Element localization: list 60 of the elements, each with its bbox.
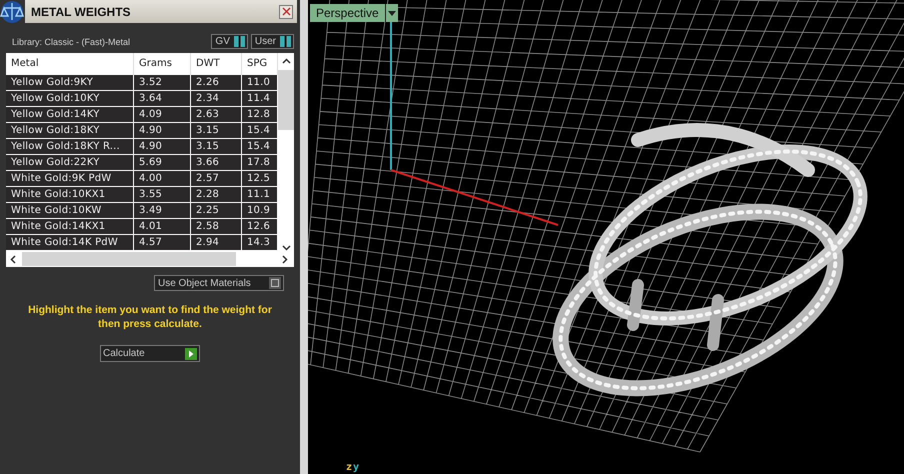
table-cell[interactable]: 15.4 <box>242 123 278 139</box>
table-cell[interactable]: 12.5 <box>242 171 278 187</box>
use-object-materials-toggle[interactable]: Use Object Materials <box>154 275 284 291</box>
toggle-switch[interactable]: GV <box>211 34 248 49</box>
table-cell[interactable]: 3.55 <box>134 187 191 203</box>
table-cell[interactable]: Yellow Gold:10KY <box>6 91 134 107</box>
3d-viewport[interactable]: Perspective zy <box>308 0 904 474</box>
table-cell[interactable]: 15.4 <box>242 139 278 155</box>
view-dropdown[interactable]: Perspective <box>310 4 398 22</box>
table-cell[interactable]: 2.94 <box>191 235 242 251</box>
table-cell[interactable]: 2.28 <box>191 187 242 203</box>
table-cell[interactable]: 2.26 <box>191 75 242 91</box>
table-cell[interactable]: 11.0 <box>242 75 278 91</box>
axis-label: y <box>353 462 360 473</box>
table-cell[interactable]: 14.3 <box>242 235 278 251</box>
table-cell[interactable]: 3.66 <box>191 155 242 171</box>
close-button[interactable] <box>279 4 293 18</box>
table-cell[interactable]: Yellow Gold:9KY <box>6 75 134 91</box>
table-cell[interactable]: Yellow Gold:14KY <box>6 107 134 123</box>
scale-icon <box>0 0 24 24</box>
table-cell[interactable]: 10.9 <box>242 203 278 219</box>
table-cell[interactable]: 4.90 <box>134 123 191 139</box>
table-cell[interactable]: White Gold:9K PdW <box>6 171 134 187</box>
table-cell[interactable]: White Gold:10KX1 <box>6 187 134 203</box>
panel-title: METAL WEIGHTS <box>31 4 131 18</box>
caret-icon <box>388 10 396 16</box>
instruction-text: Highlight the item you want to find the weight for then press calculate. <box>27 303 273 331</box>
table-cell[interactable]: Yellow Gold:22KY <box>6 155 134 171</box>
table-cell[interactable]: White Gold:14K PdW <box>6 235 134 251</box>
library-label: Library: Classic - (Fast)-Metal <box>12 36 130 46</box>
table-cell[interactable]: 3.52 <box>134 75 191 91</box>
table-cell[interactable]: Yellow Gold:18KY <box>6 123 134 139</box>
table-cell[interactable]: 4.00 <box>134 171 191 187</box>
axis-label: z <box>346 462 352 473</box>
table-cell[interactable]: 11.1 <box>242 187 278 203</box>
table-cell[interactable]: 4.01 <box>134 219 191 235</box>
table-cell[interactable]: 5.69 <box>134 155 191 171</box>
table-cell[interactable]: 2.57 <box>191 171 242 187</box>
close-icon <box>282 7 290 16</box>
table-cell[interactable]: 3.15 <box>191 123 242 139</box>
table-cell[interactable]: 11.4 <box>242 91 278 107</box>
table-cell[interactable]: 3.15 <box>191 139 242 155</box>
table-cell[interactable]: Yellow Gold:18KY R... <box>6 139 134 155</box>
table-cell[interactable]: 2.25 <box>191 203 242 219</box>
table-cell[interactable]: 3.49 <box>134 203 191 219</box>
table-cell[interactable]: White Gold:10KW <box>6 203 134 219</box>
toggle-switch[interactable]: User <box>250 34 294 49</box>
table-cell[interactable]: 12.8 <box>242 107 278 123</box>
table-cell[interactable]: 17.8 <box>242 155 278 171</box>
table-cell[interactable]: 4.90 <box>134 139 191 155</box>
table-cell[interactable]: 2.63 <box>191 107 242 123</box>
table-cell[interactable]: 4.09 <box>134 107 191 123</box>
play-icon <box>185 348 197 360</box>
calculate-button[interactable]: Calculate <box>100 345 200 362</box>
table-cell[interactable]: 2.58 <box>191 219 242 235</box>
table-cell[interactable]: White Gold:14KX1 <box>6 219 134 235</box>
table-cell[interactable]: 12.6 <box>242 219 278 235</box>
table-cell[interactable]: 4.57 <box>134 235 191 251</box>
table-cell[interactable]: 2.34 <box>191 91 242 107</box>
table-cell[interactable]: 3.64 <box>134 91 191 107</box>
